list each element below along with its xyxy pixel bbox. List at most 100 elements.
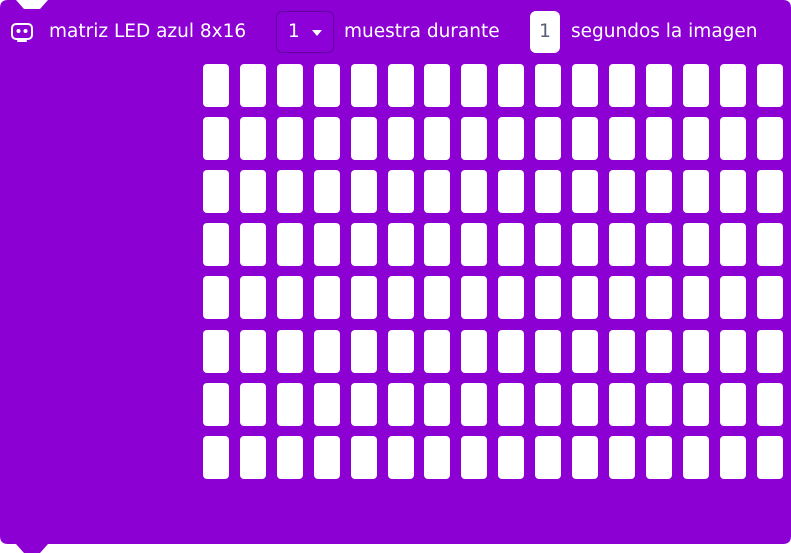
led-cell[interactable]: [535, 64, 561, 107]
led-cell[interactable]: [609, 276, 635, 319]
led-cell[interactable]: [461, 223, 487, 266]
led-cell[interactable]: [277, 276, 303, 319]
led-cell[interactable]: [314, 64, 340, 107]
led-cell[interactable]: [388, 170, 414, 213]
led-cell[interactable]: [535, 170, 561, 213]
led-cell[interactable]: [240, 170, 266, 213]
led-cell[interactable]: [720, 330, 746, 373]
led-cell[interactable]: [757, 383, 783, 426]
led-cell[interactable]: [646, 330, 672, 373]
led-cell[interactable]: [498, 117, 524, 160]
led-cell[interactable]: [757, 64, 783, 107]
led-cell[interactable]: [388, 330, 414, 373]
led-cell[interactable]: [646, 223, 672, 266]
led-cell[interactable]: [683, 170, 709, 213]
led-cell[interactable]: [461, 330, 487, 373]
led-cell[interactable]: [572, 170, 598, 213]
led-cell[interactable]: [720, 223, 746, 266]
led-cell[interactable]: [646, 117, 672, 160]
led-cell[interactable]: [498, 276, 524, 319]
led-cell[interactable]: [203, 64, 229, 107]
led-cell[interactable]: [424, 117, 450, 160]
led-cell[interactable]: [388, 383, 414, 426]
led-cell[interactable]: [646, 436, 672, 479]
led-cell[interactable]: [424, 223, 450, 266]
led-cell[interactable]: [720, 64, 746, 107]
led-cell[interactable]: [683, 383, 709, 426]
led-cell[interactable]: [240, 276, 266, 319]
led-cell[interactable]: [351, 383, 377, 426]
led-cell[interactable]: [498, 436, 524, 479]
led-cell[interactable]: [203, 383, 229, 426]
led-cell[interactable]: [683, 223, 709, 266]
led-cell[interactable]: [757, 436, 783, 479]
led-cell[interactable]: [277, 223, 303, 266]
led-cell[interactable]: [314, 383, 340, 426]
led-cell[interactable]: [498, 383, 524, 426]
led-cell[interactable]: [572, 436, 598, 479]
led-cell[interactable]: [572, 276, 598, 319]
led-cell[interactable]: [314, 170, 340, 213]
led-cell[interactable]: [203, 223, 229, 266]
led-cell[interactable]: [240, 64, 266, 107]
led-cell[interactable]: [498, 330, 524, 373]
led-cell[interactable]: [535, 436, 561, 479]
matrix-select-dropdown[interactable]: 1: [276, 11, 334, 53]
led-cell[interactable]: [424, 383, 450, 426]
led-cell[interactable]: [720, 170, 746, 213]
led-cell[interactable]: [240, 383, 266, 426]
led-cell[interactable]: [388, 117, 414, 160]
led-cell[interactable]: [572, 383, 598, 426]
led-cell[interactable]: [203, 276, 229, 319]
led-cell[interactable]: [240, 117, 266, 160]
led-cell[interactable]: [720, 117, 746, 160]
led-cell[interactable]: [609, 223, 635, 266]
led-cell[interactable]: [498, 64, 524, 107]
led-cell[interactable]: [535, 117, 561, 160]
led-cell[interactable]: [683, 330, 709, 373]
led-cell[interactable]: [277, 330, 303, 373]
led-cell[interactable]: [757, 223, 783, 266]
led-cell[interactable]: [277, 436, 303, 479]
led-cell[interactable]: [646, 170, 672, 213]
led-cell[interactable]: [498, 170, 524, 213]
led-cell[interactable]: [535, 330, 561, 373]
led-cell[interactable]: [757, 276, 783, 319]
led-cell[interactable]: [203, 117, 229, 160]
led-cell[interactable]: [351, 64, 377, 107]
led-cell[interactable]: [351, 330, 377, 373]
led-cell[interactable]: [351, 223, 377, 266]
led-cell[interactable]: [535, 223, 561, 266]
led-cell[interactable]: [277, 117, 303, 160]
seconds-input[interactable]: 1: [530, 11, 560, 53]
led-cell[interactable]: [498, 223, 524, 266]
led-cell[interactable]: [351, 436, 377, 479]
led-cell[interactable]: [461, 436, 487, 479]
led-cell[interactable]: [609, 117, 635, 160]
led-cell[interactable]: [424, 330, 450, 373]
led-cell[interactable]: [388, 276, 414, 319]
led-cell[interactable]: [461, 383, 487, 426]
led-cell[interactable]: [240, 436, 266, 479]
led-cell[interactable]: [277, 383, 303, 426]
led-cell[interactable]: [646, 64, 672, 107]
led-cell[interactable]: [461, 170, 487, 213]
led-cell[interactable]: [572, 330, 598, 373]
led-cell[interactable]: [609, 64, 635, 107]
led-cell[interactable]: [609, 330, 635, 373]
led-cell[interactable]: [461, 117, 487, 160]
led-cell[interactable]: [757, 330, 783, 373]
led-cell[interactable]: [424, 64, 450, 107]
led-cell[interactable]: [203, 436, 229, 479]
led-cell[interactable]: [757, 117, 783, 160]
led-cell[interactable]: [609, 436, 635, 479]
led-cell[interactable]: [203, 330, 229, 373]
led-cell[interactable]: [314, 330, 340, 373]
led-cell[interactable]: [314, 276, 340, 319]
led-cell[interactable]: [646, 383, 672, 426]
led-cell[interactable]: [683, 117, 709, 160]
led-cell[interactable]: [461, 64, 487, 107]
led-cell[interactable]: [240, 223, 266, 266]
led-cell[interactable]: [535, 383, 561, 426]
led-cell[interactable]: [683, 436, 709, 479]
